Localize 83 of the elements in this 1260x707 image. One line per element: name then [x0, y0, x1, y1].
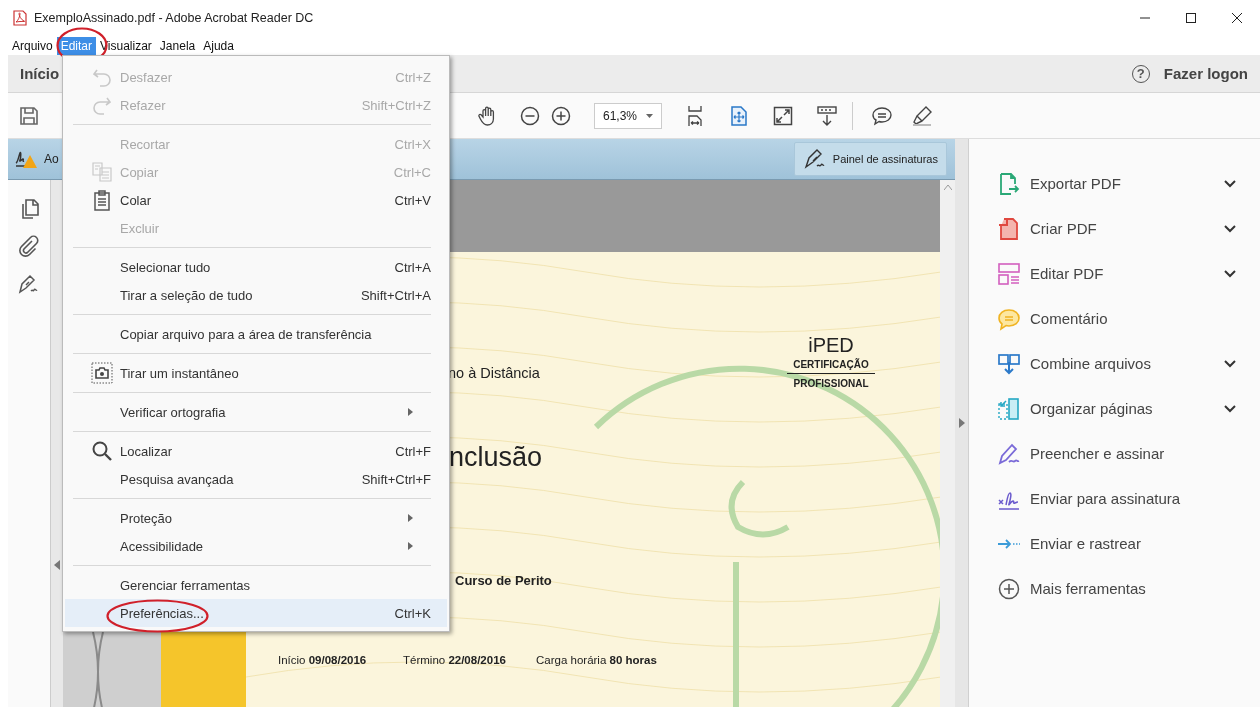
menu-item[interactable]: Ajuda [199, 36, 238, 55]
course-detail: Carga horária 80 horas [536, 654, 657, 666]
organize-pages-icon [997, 396, 1021, 421]
export-pdf-icon [997, 171, 1021, 196]
tool-item[interactable]: Criar PDF [969, 206, 1260, 251]
logo-tagline: CERTIFICAÇÃO [787, 357, 875, 374]
menu-item[interactable]: Pesquisa avançada Shift+Ctrl+F [65, 465, 447, 493]
menu-item[interactable]: Janela [155, 36, 200, 55]
menu-item[interactable]: Localizar Ctrl+F [65, 437, 447, 465]
chevron-down-icon[interactable] [1224, 224, 1236, 233]
menu-item[interactable]: Gerenciar ferramentas [65, 571, 447, 599]
sign-in-button[interactable]: Fazer logon [1163, 65, 1248, 82]
expand-arrow-icon[interactable] [958, 418, 965, 428]
collapse-arrow-icon[interactable] [54, 560, 60, 570]
course-detail: Início 09/08/2016 [278, 654, 367, 666]
edit-pdf-icon [997, 261, 1021, 286]
menu-item[interactable]: Selecionar tudo Ctrl+A [65, 253, 447, 281]
chevron-down-icon[interactable] [1224, 404, 1236, 413]
shortcut-text: Ctrl+C [393, 164, 431, 180]
tool-item[interactable]: Enviar para assinatura [969, 476, 1260, 521]
maximize-icon[interactable] [1185, 12, 1197, 24]
clipboard-icon [91, 189, 113, 211]
tool-item[interactable]: Enviar e rastrear [969, 521, 1260, 566]
caret-icon [646, 113, 653, 118]
menu-item[interactable]: Copiar arquivo para a área de transferência [65, 320, 447, 348]
shortcut-text: Ctrl+Z [395, 69, 431, 85]
menu-item[interactable]: Preferências... Ctrl+K [65, 599, 447, 627]
signature-warning-icon [14, 149, 38, 169]
menu-item[interactable]: Colar Ctrl+V [65, 186, 447, 214]
course-detail: Término 22/08/2016 [403, 654, 506, 666]
shortcut-text: Ctrl+K [394, 605, 431, 621]
search-icon [91, 440, 113, 462]
certificate-title: nclusão [449, 442, 543, 473]
highlighter-icon[interactable] [911, 104, 933, 127]
comment-icon [997, 306, 1021, 331]
window-title: ExemploAssinado.pdf - Adobe Acrobat Reader DC [34, 11, 315, 25]
tool-item[interactable]: Preencher e assinar [969, 431, 1260, 476]
menu-item[interactable]: Verificar ortografia [65, 398, 447, 426]
menu-item[interactable]: Proteção [65, 504, 447, 532]
shortcut-text: Ctrl+A [394, 259, 431, 275]
chevron-down-icon[interactable] [1224, 359, 1236, 368]
tool-item[interactable]: Combine arquivos [969, 341, 1260, 386]
chevron-down-icon[interactable] [1224, 179, 1236, 188]
fit-page-icon[interactable] [728, 104, 750, 127]
camera-icon [91, 362, 113, 384]
shortcut-text: Shift+Ctrl+F [361, 471, 431, 487]
copy-icon [91, 161, 113, 183]
comment-icon[interactable] [871, 104, 893, 127]
close-icon[interactable] [1231, 12, 1243, 24]
fill-sign-icon [997, 441, 1021, 466]
tool-item[interactable]: Organizar páginas [969, 386, 1260, 431]
pdf-file-icon [12, 10, 28, 26]
chevron-down-icon[interactable] [1224, 269, 1236, 278]
menu-item[interactable]: Arquivo [8, 36, 57, 55]
tool-item[interactable]: Editar PDF [969, 251, 1260, 296]
paperclip-icon[interactable] [18, 235, 40, 257]
create-pdf-icon [997, 216, 1021, 241]
signature-panel-button[interactable]: Painel de assinaturas [793, 142, 947, 176]
shortcut-text: Shift+Ctrl+Z [361, 97, 431, 113]
combine-files-icon [997, 351, 1021, 376]
shortcut-text: Ctrl+V [394, 192, 431, 208]
shortcut-text: Ctrl+F [395, 443, 431, 459]
shortcut-text: Ctrl+X [394, 136, 431, 152]
logo-name: iPED [808, 334, 854, 357]
full-screen-icon[interactable] [772, 104, 794, 127]
zoom-out-icon[interactable] [519, 104, 541, 127]
signature-pen-icon[interactable] [18, 272, 40, 294]
signature-message: Ao [44, 152, 60, 166]
zoom-field[interactable]: 61,3% [594, 102, 662, 129]
menu-item[interactable]: Tirar um instantâneo [65, 359, 447, 387]
scroll-mode-icon[interactable] [816, 104, 838, 127]
tool-item[interactable]: Mais ferramentas [969, 566, 1260, 611]
menu-item[interactable]: Acessibilidade [65, 532, 447, 560]
plus-icon [997, 576, 1021, 601]
shortcut-text: Shift+Ctrl+A [360, 287, 431, 303]
scrollbar[interactable] [940, 180, 955, 707]
zoom-in-icon[interactable] [550, 104, 572, 127]
logo-tagline: PROFISSIONAL [793, 377, 869, 389]
menu-item[interactable]: Tirar a seleção de tudo Shift+Ctrl+A [65, 281, 447, 309]
save-icon[interactable] [18, 104, 40, 127]
tool-item[interactable]: Comentário [969, 296, 1260, 341]
course-name: Curso de Perito [455, 573, 552, 588]
tool-item[interactable]: Exportar PDF [969, 161, 1260, 206]
